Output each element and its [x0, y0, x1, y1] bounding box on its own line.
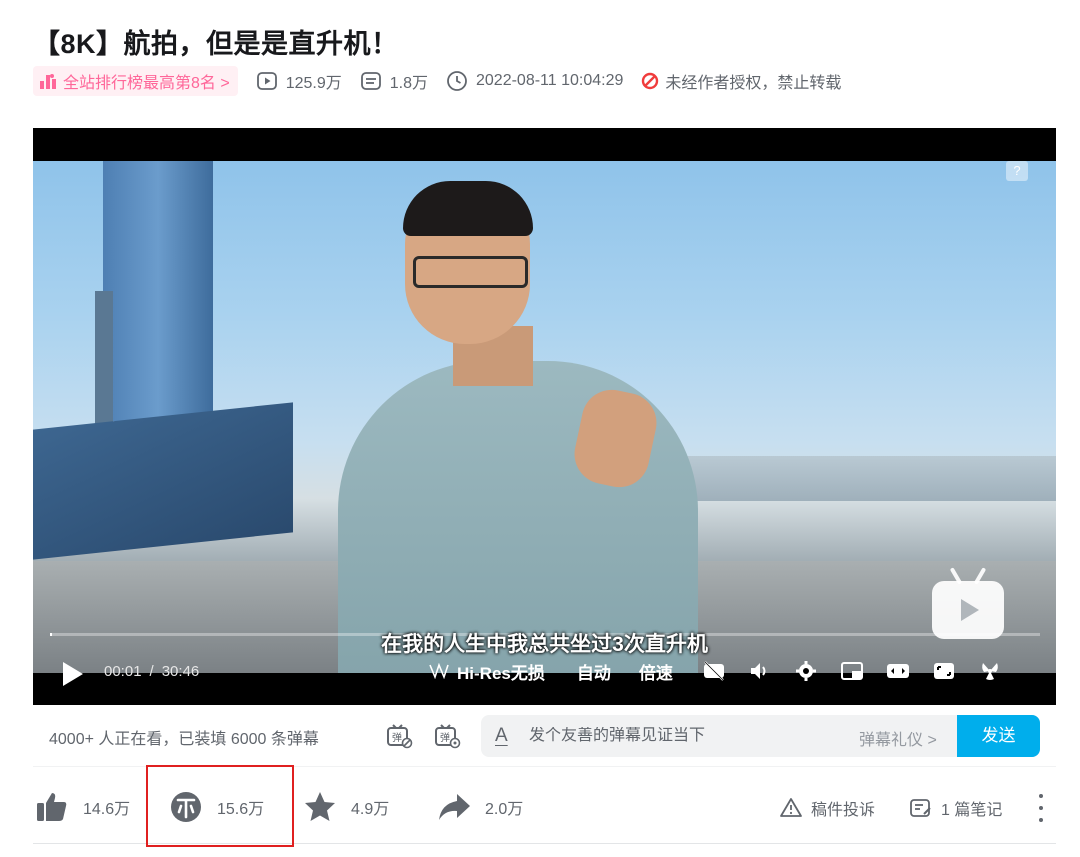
- danmaku-input[interactable]: [529, 727, 829, 745]
- svg-text:弹: 弹: [440, 731, 450, 744]
- playback-speed-button[interactable]: 倍速: [639, 659, 673, 684]
- current-time: 00:01: [104, 663, 142, 680]
- favorite-count: 4.9万: [351, 801, 390, 818]
- share-arrow-icon: [439, 794, 470, 820]
- rank-badge[interactable]: 全站排行榜最高第8名 >: [33, 66, 238, 96]
- danmaku-settings-icon[interactable]: 弹: [433, 722, 461, 750]
- video-frame[interactable]: ?: [33, 161, 1056, 673]
- widescreen-icon[interactable]: [885, 658, 911, 684]
- share-count: 2.0万: [485, 801, 524, 818]
- rank-badge-label: 全站排行榜最高第8名 >: [63, 75, 230, 92]
- danmaku-count-value: 1.8万: [389, 75, 428, 92]
- forbidden-icon: [642, 72, 659, 90]
- volume-icon[interactable]: [747, 658, 773, 684]
- copyright-notice-text: 未经作者授权，禁止转载: [665, 75, 842, 92]
- hires-label: Hi-Res无损: [457, 663, 545, 683]
- danmaku-toggle-icon[interactable]: 弹: [385, 722, 413, 750]
- player-controls: 00:01 / 30:46 Hi-Res无损 自动 倍速: [33, 655, 1056, 691]
- time-separator: /: [149, 663, 154, 680]
- favorite-button[interactable]: 4.9万: [303, 790, 389, 824]
- more-options-icon[interactable]: [1033, 794, 1049, 822]
- notes-label: 1 篇笔记: [941, 802, 1003, 819]
- notes-button[interactable]: 1 篇笔记: [909, 796, 1002, 820]
- time-display: 00:01 / 30:46: [104, 663, 199, 680]
- duration: 30:46: [161, 663, 200, 680]
- danmaku-input-box: A 弹幕礼仪 > 发送: [481, 715, 1040, 757]
- view-count-value: 125.9万: [285, 75, 342, 92]
- report-label: 稿件投诉: [811, 802, 876, 819]
- danmaku-etiquette-link[interactable]: 弹幕礼仪 >: [859, 726, 937, 750]
- picture-in-picture-icon[interactable]: [839, 658, 865, 684]
- publish-time: 2022-08-11 10:04:29: [446, 70, 623, 92]
- controls-right: Hi-Res无损 自动 倍速: [429, 658, 1023, 684]
- thumbs-up-icon: [37, 793, 67, 821]
- settings-gear-icon[interactable]: [793, 658, 819, 684]
- danmaku-style-icon[interactable]: A: [495, 725, 515, 747]
- video-subtitle: 在我的人生中我总共坐过3次直升机: [381, 633, 708, 656]
- video-player[interactable]: ? 在我的人生中我总共坐过3次直升机 00:01 / 30:46 Hi-Res无损 …: [33, 128, 1056, 705]
- clock-icon: [447, 71, 467, 91]
- coin-highlight-box: [146, 765, 294, 847]
- quality-auto-button[interactable]: 自动: [577, 659, 611, 684]
- publish-time-value: 2022-08-11 10:04:29: [476, 72, 624, 89]
- danmaku-count: 1.8万: [360, 69, 428, 93]
- send-danmaku-button[interactable]: 发送: [957, 715, 1040, 757]
- hires-wave-icon: [429, 663, 449, 679]
- warning-icon: [780, 798, 802, 817]
- svg-text:弹: 弹: [392, 731, 402, 744]
- video-title: 【8K】航拍，但是是直升机！: [33, 29, 399, 59]
- hires-button[interactable]: Hi-Res无损: [429, 659, 545, 684]
- view-count: 125.9万: [256, 69, 342, 93]
- watching-count-text: 4000+ 人正在看，已装填 6000 条弹幕: [49, 731, 319, 748]
- danmaku-count-icon: [360, 72, 381, 90]
- video-toolbar: 14.6万 15.6万 4.9万 2.0万 稿件投诉 1 篇笔记: [33, 765, 1056, 847]
- video-meta: 全站排行榜最高第8名 > 125.9万 1.8万 2022-08-11 10:0…: [33, 66, 841, 96]
- danmaku-bar: 4000+ 人正在看，已装填 6000 条弹幕 弹 弹 A 弹幕礼仪 > 发送: [33, 705, 1056, 767]
- subtitle-off-icon[interactable]: [701, 658, 727, 684]
- web-fullscreen-icon[interactable]: [931, 658, 957, 684]
- play-button[interactable]: [63, 662, 83, 686]
- video-scene-tower: [103, 161, 213, 421]
- like-count: 14.6万: [83, 801, 131, 818]
- ranking-icon: [40, 74, 56, 89]
- star-icon: [305, 792, 335, 821]
- copyright-notice: 未经作者授权，禁止转载: [641, 69, 841, 93]
- report-button[interactable]: 稿件投诉: [779, 796, 875, 820]
- share-button[interactable]: 2.0万: [437, 790, 523, 824]
- notes-icon: [910, 799, 931, 817]
- like-button[interactable]: 14.6万: [35, 790, 130, 824]
- play-count-icon: [256, 72, 277, 90]
- help-icon[interactable]: ?: [1006, 161, 1028, 181]
- fullscreen-icon[interactable]: [977, 658, 1003, 684]
